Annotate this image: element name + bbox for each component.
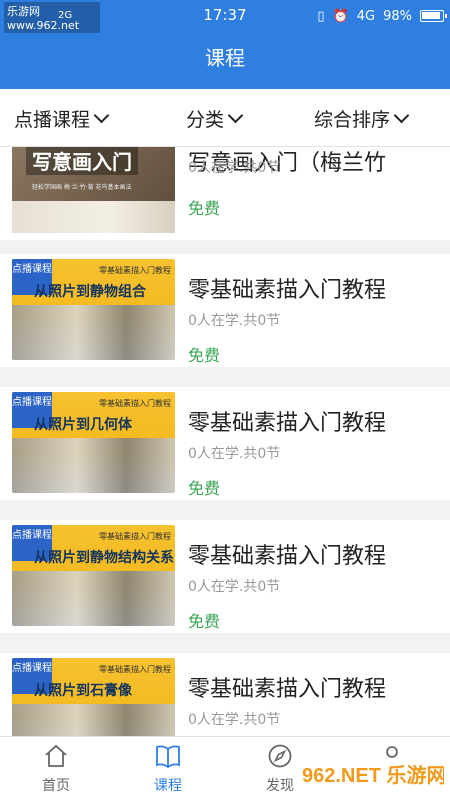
course-title: 零基础素描入门教程 bbox=[188, 411, 387, 436]
course-card[interactable]: 点播课程 零基础素描入门教程 从照片到石膏像 零基础素描入门教程 0人在学.共0… bbox=[0, 653, 450, 736]
page-title: 课程 bbox=[205, 46, 245, 70]
site-logo: 962.NET 乐游网 bbox=[294, 758, 444, 790]
filter-type-dropdown[interactable]: 点播课程 bbox=[14, 105, 110, 131]
alarm-icon: ⏰ bbox=[332, 8, 349, 24]
nav-home-label: 首页 bbox=[42, 778, 70, 794]
course-price: 免费 bbox=[188, 612, 221, 631]
course-title: 零基础素描入门教程 bbox=[188, 677, 387, 702]
thumbnail-artwork bbox=[12, 305, 175, 360]
course-thumbnail: 点播课程 零基础素描入门教程 从照片到静物结构关系 bbox=[12, 525, 175, 626]
app-header: 乐游网 www.962.net 2G 17:37 ▯ ⏰ 4G 98% 课程 bbox=[0, 0, 450, 89]
thumbnail-series: 零基础素描入门教程 bbox=[99, 399, 171, 408]
course-meta: 0人在学.共0节 bbox=[188, 160, 281, 176]
battery-icon bbox=[420, 10, 447, 22]
course-card[interactable]: 写意画入门 轻松学国画 梅·兰·竹·菊 花鸟基本画法 写意画入门（梅兰竹 0人在… bbox=[0, 147, 450, 240]
course-meta: 0人在学.共0节 bbox=[188, 446, 281, 462]
status-bar: 乐游网 www.962.net 2G 17:37 ▯ ⏰ 4G 98% bbox=[0, 0, 450, 33]
network-label: 4G bbox=[356, 8, 376, 24]
thumbnail-series: 零基础素描入门教程 bbox=[99, 532, 171, 541]
status-right: ▯ ⏰ 4G 98% bbox=[317, 6, 447, 26]
thumbnail-headline: 从照片到静物结构关系 bbox=[34, 550, 174, 566]
course-thumbnail: 点播课程 零基础素描入门教程 从照片到静物组合 bbox=[12, 259, 175, 360]
course-price: 免费 bbox=[188, 346, 221, 365]
thumbnail-headline: 从照片到几何体 bbox=[34, 417, 132, 433]
thumbnail-artwork bbox=[12, 704, 175, 736]
filter-sort-label: 综合排序 bbox=[314, 108, 391, 131]
chevron-down-icon bbox=[93, 107, 110, 123]
battery-label: 98% bbox=[383, 8, 412, 24]
course-list[interactable]: 写意画入门 轻松学国画 梅·兰·竹·菊 花鸟基本画法 写意画入门（梅兰竹 0人在… bbox=[0, 147, 450, 736]
thumbnail-headline: 从照片到静物组合 bbox=[34, 284, 146, 300]
filter-sort-dropdown[interactable]: 综合排序 bbox=[314, 105, 410, 131]
course-title: 零基础素描入门教程 bbox=[188, 278, 387, 303]
filter-category-dropdown[interactable]: 分类 bbox=[186, 105, 244, 131]
filter-category-label: 分类 bbox=[186, 108, 225, 131]
course-card[interactable]: 点播课程 零基础素描入门教程 从照片到几何体 零基础素描入门教程 0人在学.共0… bbox=[0, 387, 450, 500]
chevron-down-icon bbox=[227, 107, 244, 123]
thumbnail-subtitle: 轻松学国画 梅·兰·竹·菊 花鸟基本画法 bbox=[32, 184, 132, 191]
course-card[interactable]: 点播课程 零基础素描入门教程 从照片到静物结构关系 零基础素描入门教程 0人在学… bbox=[0, 520, 450, 633]
course-thumbnail: 写意画入门 轻松学国画 梅·兰·竹·菊 花鸟基本画法 bbox=[12, 147, 175, 233]
home-icon bbox=[45, 744, 67, 767]
site-logo-text: 962.NET 乐游网 bbox=[302, 763, 444, 787]
course-meta: 0人在学.共0节 bbox=[188, 712, 281, 728]
filter-type-label: 点播课程 bbox=[14, 108, 91, 131]
thumbnail-artwork bbox=[12, 438, 175, 493]
book-icon bbox=[156, 745, 180, 769]
nav-home[interactable]: 首页 bbox=[0, 737, 112, 800]
vibrate-icon: ▯ bbox=[317, 8, 325, 24]
thumbnail-artwork bbox=[12, 201, 175, 233]
nav-courses[interactable]: 课程 bbox=[112, 737, 224, 800]
course-meta: 0人在学.共0节 bbox=[188, 579, 281, 595]
course-title: 零基础素描入门教程 bbox=[188, 544, 387, 569]
thumbnail-headline: 从照片到石膏像 bbox=[34, 683, 132, 699]
course-thumbnail: 点播课程 零基础素描入门教程 从照片到石膏像 bbox=[12, 658, 175, 736]
thumbnail-artwork bbox=[12, 571, 175, 626]
compass-icon bbox=[268, 744, 292, 768]
thumbnail-series: 零基础素描入门教程 bbox=[99, 266, 171, 275]
filter-bar: 点播课程 分类 综合排序 bbox=[0, 89, 450, 147]
nav-courses-label: 课程 bbox=[154, 778, 182, 794]
course-thumbnail: 点播课程 零基础素描入门教程 从照片到几何体 bbox=[12, 392, 175, 493]
course-price: 免费 bbox=[188, 479, 221, 498]
thumbnail-headline: 写意画入门 bbox=[26, 147, 138, 175]
course-meta: 0人在学.共0节 bbox=[188, 313, 281, 329]
chevron-down-icon bbox=[393, 107, 410, 123]
course-price: 免费 bbox=[188, 199, 221, 218]
course-card[interactable]: 点播课程 零基础素描入门教程 从照片到静物组合 零基础素描入门教程 0人在学.共… bbox=[0, 254, 450, 367]
thumbnail-series: 零基础素描入门教程 bbox=[99, 665, 171, 674]
